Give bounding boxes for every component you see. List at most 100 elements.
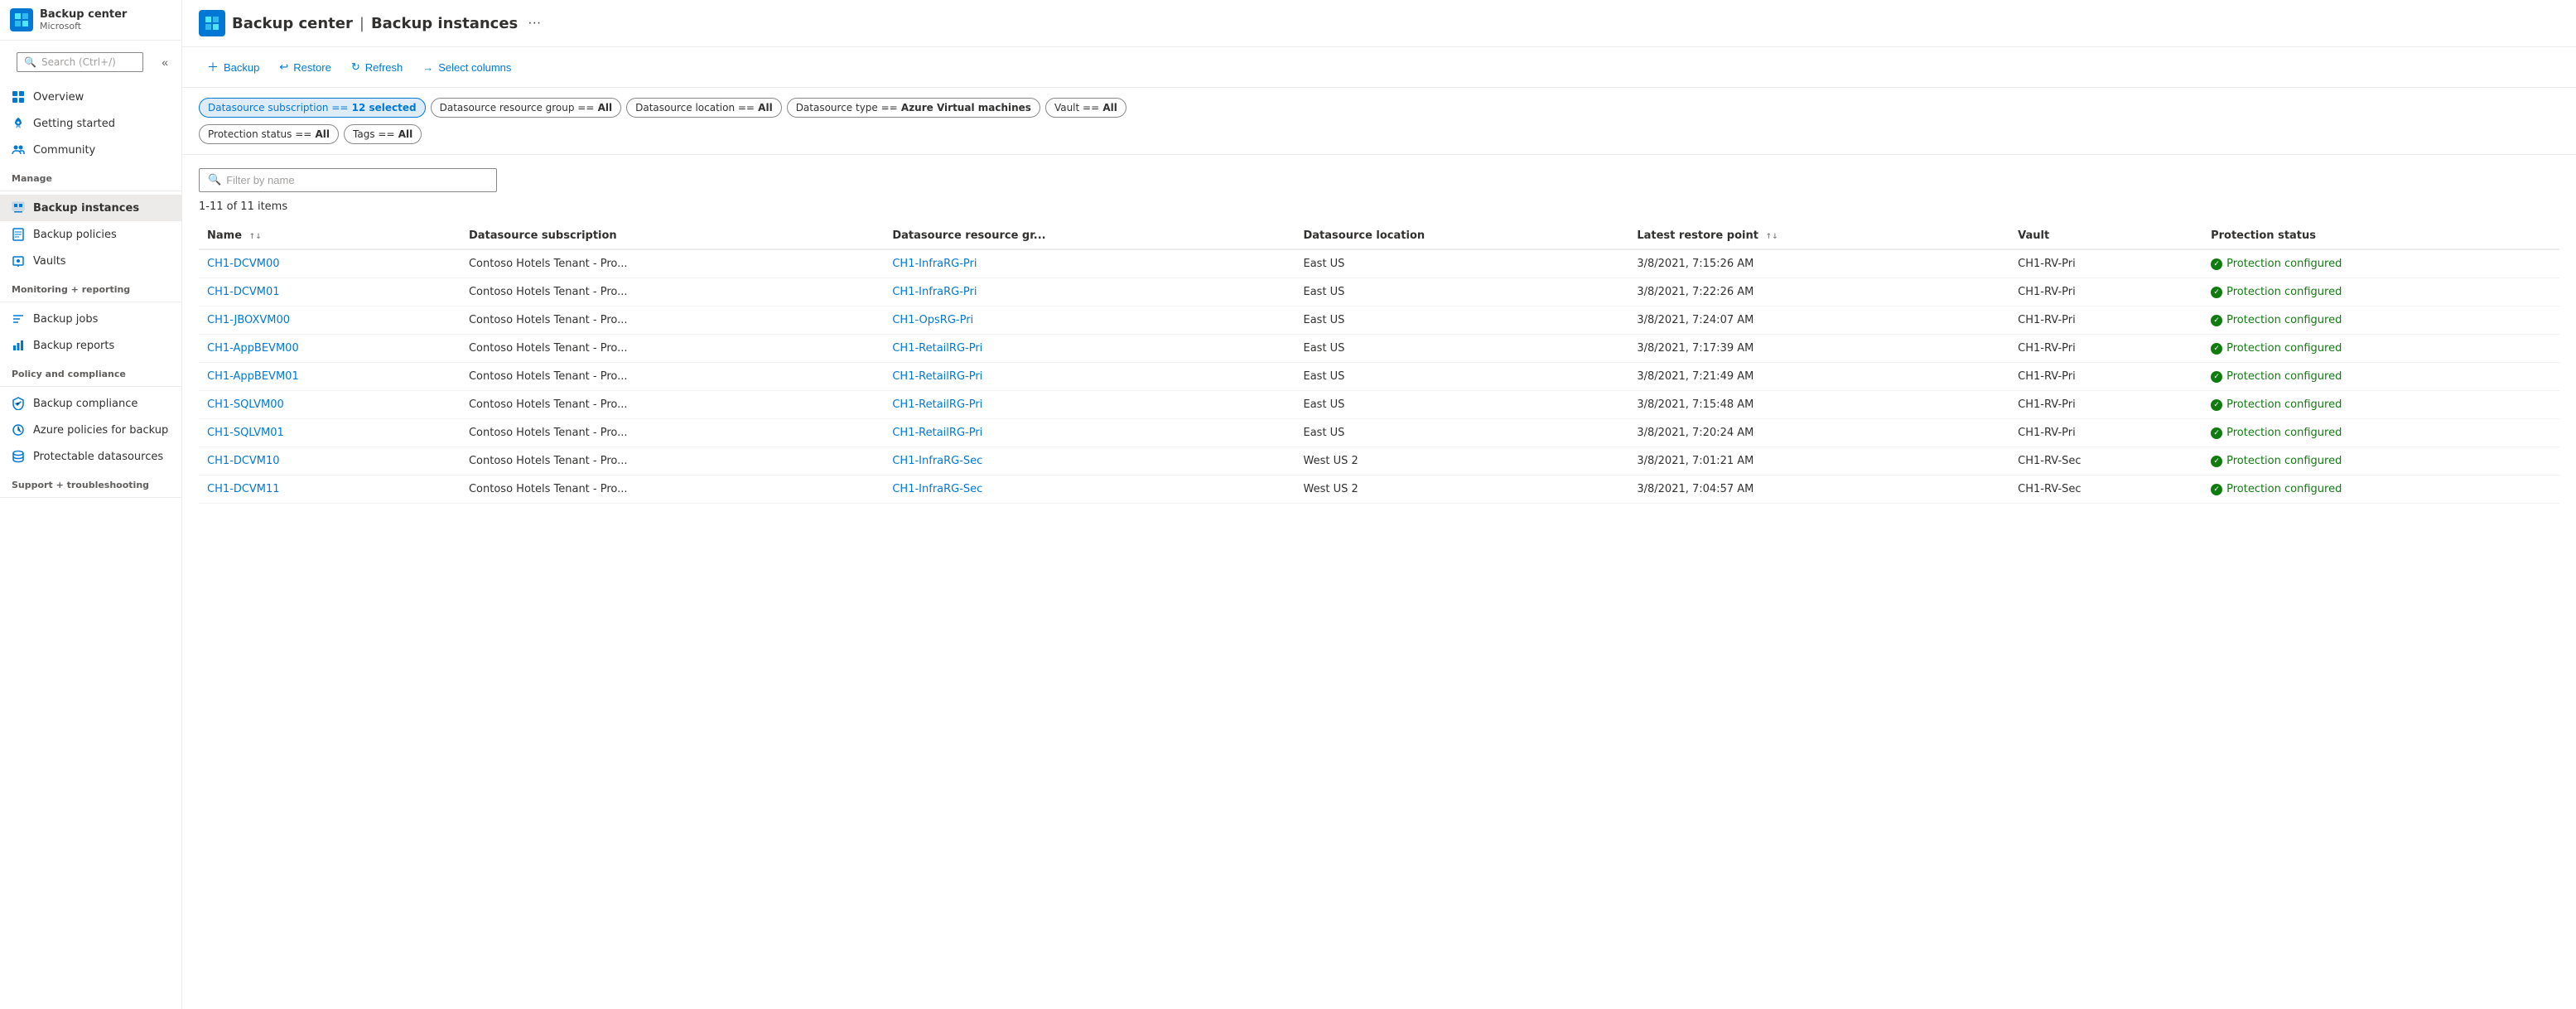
page-title-instances: Backup instances [371,15,518,32]
col-protection-status: Protection status [2202,223,2559,249]
resource-group-link[interactable]: CH1-RetailRG-Pri [892,342,982,355]
resource-group-link[interactable]: CH1-InfraRG-Pri [892,286,977,298]
status-dot-icon [2211,371,2222,383]
policy-section-label: Policy and compliance [0,359,181,383]
resource-group-link[interactable]: CH1-InfraRG-Sec [892,483,982,495]
name-link[interactable]: CH1-DCVM10 [207,455,280,467]
cell-protection-status: Protection configured [2202,476,2559,504]
cell-location: East US [1295,249,1628,278]
status-dot-icon [2211,427,2222,439]
columns-icon: → [422,61,433,74]
sidebar-item-backup-jobs[interactable]: Backup jobs [0,306,181,332]
cell-protection-status: Protection configured [2202,447,2559,476]
cell-vault: CH1-RV-Pri [2009,278,2202,307]
cell-location: East US [1295,278,1628,307]
sort-icon-name[interactable]: ↑↓ [249,233,262,241]
cell-subscription: Contoso Hotels Tenant - Pro... [461,391,884,419]
refresh-button[interactable]: ↻ Refresh [343,56,411,79]
backup-icon: ＋ [207,59,219,75]
cell-location: West US 2 [1295,447,1628,476]
col-name[interactable]: Name ↑↓ [199,223,461,249]
status-badge: Protection configured [2211,398,2551,411]
table-header: Name ↑↓ Datasource subscription Datasour… [199,223,2559,249]
sidebar-item-community[interactable]: Community [0,137,181,163]
cell-name: CH1-DCVM11 [199,476,461,504]
status-badge: Protection configured [2211,314,2551,326]
cell-subscription: Contoso Hotels Tenant - Pro... [461,278,884,307]
select-columns-button[interactable]: → Select columns [414,56,519,79]
filter-vault[interactable]: Vault == All [1045,98,1126,118]
sidebar-item-backup-reports-label: Backup reports [33,340,114,352]
app-subtitle: Microsoft [40,21,127,31]
sidebar-item-getting-started-label: Getting started [33,118,115,130]
col-restore-point[interactable]: Latest restore point ↑↓ [1628,223,2009,249]
resource-group-link[interactable]: CH1-InfraRG-Pri [892,258,977,270]
resource-group-link[interactable]: CH1-RetailRG-Pri [892,427,982,439]
sidebar-item-backup-compliance[interactable]: Backup compliance [0,390,181,417]
filter-datasource-subscription[interactable]: Datasource subscription == 12 selected [199,98,426,118]
resource-group-link[interactable]: CH1-OpsRG-Pri [892,314,973,326]
reports-icon [12,339,25,352]
cell-resource-group: CH1-RetailRG-Pri [884,419,1295,447]
restore-label: Restore [293,61,331,74]
backup-button[interactable]: ＋ Backup [199,54,268,80]
sidebar-item-vaults[interactable]: Vaults [0,248,181,274]
vault-icon [12,254,25,268]
jobs-icon [12,312,25,326]
status-dot-icon [2211,399,2222,411]
filter-datasource-resource-group[interactable]: Datasource resource group == All [431,98,622,118]
resource-group-link[interactable]: CH1-RetailRG-Pri [892,398,982,411]
col-subscription: Datasource subscription [461,223,884,249]
filter-tags[interactable]: Tags == All [344,124,422,144]
cell-protection-status: Protection configured [2202,278,2559,307]
name-link[interactable]: CH1-AppBEVM00 [207,342,299,355]
name-link[interactable]: CH1-SQLVM01 [207,427,284,439]
cell-restore-point: 3/8/2021, 7:01:21 AM [1628,447,2009,476]
sidebar-item-overview[interactable]: Overview [0,84,181,110]
name-link[interactable]: CH1-DCVM00 [207,258,280,270]
search-placeholder: Search (Ctrl+/) [41,56,116,68]
more-options-button[interactable]: ··· [524,12,544,34]
cell-restore-point: 3/8/2021, 7:04:57 AM [1628,476,2009,504]
sort-icon-restore-point[interactable]: ↑↓ [1765,233,1778,241]
name-filter-input[interactable] [226,174,488,186]
cell-name: CH1-AppBEVM00 [199,335,461,363]
table-row: CH1-DCVM10 Contoso Hotels Tenant - Pro..… [199,447,2559,476]
filter-datasource-type[interactable]: Datasource type == Azure Virtual machine… [787,98,1040,118]
cell-resource-group: CH1-RetailRG-Pri [884,391,1295,419]
resource-group-link[interactable]: CH1-InfraRG-Sec [892,455,982,467]
status-badge: Protection configured [2211,286,2551,298]
name-link[interactable]: CH1-JBOXVM00 [207,314,290,326]
sidebar: Backup center Microsoft 🔍 Search (Ctrl+/… [0,0,182,1009]
status-dot-icon [2211,484,2222,495]
cell-name: CH1-DCVM00 [199,249,461,278]
resource-group-link[interactable]: CH1-RetailRG-Pri [892,370,982,383]
sidebar-item-backup-instances[interactable]: Backup instances [0,195,181,221]
cell-name: CH1-DCVM10 [199,447,461,476]
cell-vault: CH1-RV-Pri [2009,363,2202,391]
name-link[interactable]: CH1-DCVM01 [207,286,280,298]
sidebar-search[interactable]: 🔍 Search (Ctrl+/) [17,52,143,72]
table-body: CH1-DCVM00 Contoso Hotels Tenant - Pro..… [199,249,2559,504]
cell-location: East US [1295,391,1628,419]
name-link[interactable]: CH1-SQLVM00 [207,398,284,411]
restore-button[interactable]: ↩ Restore [271,56,339,79]
cell-protection-status: Protection configured [2202,363,2559,391]
sidebar-item-azure-policies[interactable]: Azure policies for backup [0,417,181,443]
name-link[interactable]: CH1-AppBEVM01 [207,370,299,383]
header-logo [199,10,225,36]
status-badge: Protection configured [2211,455,2551,467]
sidebar-item-backup-reports[interactable]: Backup reports [0,332,181,359]
filter-datasource-location[interactable]: Datasource location == All [626,98,782,118]
name-filter-container[interactable]: 🔍 [199,168,497,192]
sidebar-item-backup-policies[interactable]: Backup policies [0,221,181,248]
collapse-button[interactable]: « [157,52,173,72]
sidebar-item-getting-started[interactable]: Getting started [0,110,181,137]
backup-label: Backup [224,61,259,74]
name-link[interactable]: CH1-DCVM11 [207,483,280,495]
status-badge: Protection configured [2211,483,2551,495]
filter-protection-status[interactable]: Protection status == All [199,124,339,144]
cell-location: East US [1295,419,1628,447]
datasource-icon [12,450,25,463]
sidebar-item-protectable-datasources[interactable]: Protectable datasources [0,443,181,470]
